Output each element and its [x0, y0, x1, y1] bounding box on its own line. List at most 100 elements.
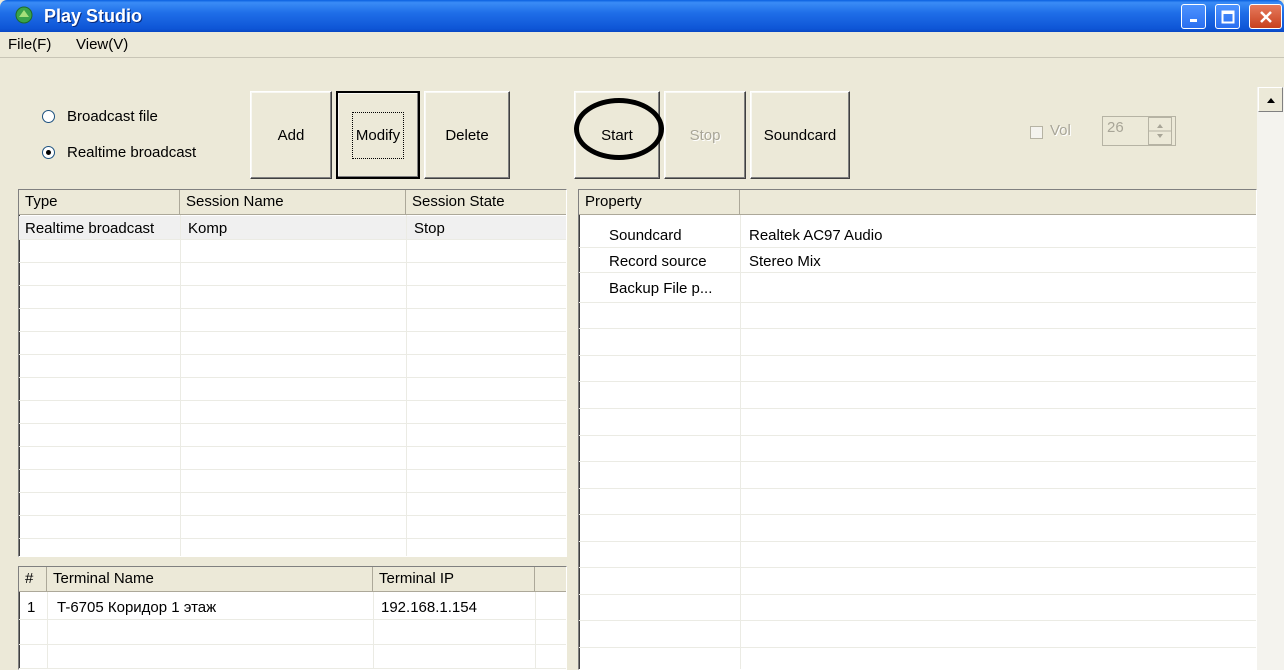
divider: [579, 594, 1256, 595]
maximize-icon: [1221, 10, 1234, 23]
col-session-name[interactable]: Session Name: [180, 190, 406, 215]
add-button-label: Add: [277, 126, 305, 144]
radio-checked-icon: [42, 146, 55, 159]
prop-value: Stereo Mix: [749, 253, 821, 270]
col-session-state[interactable]: Session State: [406, 190, 566, 215]
col-terminal-name[interactable]: Terminal Name: [47, 567, 373, 592]
divider: [19, 354, 566, 355]
stop-button-label: Stop: [689, 126, 721, 144]
divider: [19, 644, 566, 645]
soundcard-button[interactable]: Soundcard: [750, 91, 850, 179]
divider: [535, 592, 536, 669]
vol-spin-arrows[interactable]: [1148, 117, 1172, 145]
properties-list[interactable]: Property Soundcard Realtek AC97 Audio Re…: [578, 189, 1257, 670]
app-icon: [15, 6, 33, 24]
divider: [47, 592, 48, 669]
divider: [19, 469, 566, 470]
cell-session-name: Komp: [188, 220, 228, 237]
cell-terminal-ip: 192.168.1.154: [381, 599, 477, 616]
prop-name: Backup File p...: [609, 280, 713, 297]
divider: [579, 514, 1256, 515]
sessions-list[interactable]: Type Session Name Session State Realtime…: [18, 189, 567, 557]
divider: [373, 592, 374, 669]
col-extra: [535, 567, 566, 592]
cell-number: 1: [27, 599, 36, 616]
divider: [19, 308, 566, 309]
col-type[interactable]: Type: [19, 190, 180, 215]
terminals-list[interactable]: # Terminal Name Terminal IP 1 T-6705 Кор…: [18, 566, 567, 670]
focus-ring: Modify: [351, 111, 405, 159]
divider: [579, 647, 1256, 648]
radio-icon: [42, 110, 55, 123]
divider: [19, 492, 566, 493]
divider: [406, 215, 407, 556]
divider: [579, 247, 1256, 248]
vol-checkbox[interactable]: [1030, 126, 1043, 139]
spin-arrows-icon: [1149, 124, 1171, 138]
divider: [579, 461, 1256, 462]
title-bar: Play Studio: [0, 0, 1284, 32]
close-button[interactable]: [1249, 4, 1282, 29]
divider: [19, 400, 566, 401]
divider: [19, 619, 566, 620]
window-title: Play Studio: [44, 6, 143, 26]
radio-broadcast-file-label: Broadcast file: [67, 108, 158, 125]
divider: [19, 515, 566, 516]
modify-button-label: Modify: [355, 126, 401, 144]
vol-value: 26: [1107, 119, 1124, 136]
cell-session-state: Stop: [414, 220, 445, 237]
radio-broadcast-file[interactable]: Broadcast file: [42, 108, 158, 125]
divider: [579, 355, 1256, 356]
col-property[interactable]: Property: [579, 190, 740, 215]
divider: [19, 285, 566, 286]
col-terminal-ip[interactable]: Terminal IP: [373, 567, 535, 592]
divider: [19, 668, 566, 669]
radio-realtime-label: Realtime broadcast: [67, 144, 197, 161]
modify-button[interactable]: Modify: [336, 91, 420, 179]
divider: [579, 435, 1256, 436]
radio-realtime-broadcast[interactable]: Realtime broadcast: [42, 144, 196, 161]
divider: [579, 302, 1256, 303]
vol-label: Vol: [1050, 122, 1071, 139]
cell-terminal-name: T-6705 Коридор 1 этаж: [57, 599, 217, 616]
maximize-button[interactable]: [1215, 4, 1240, 29]
divider: [579, 328, 1256, 329]
delete-button[interactable]: Delete: [424, 91, 510, 179]
divider: [579, 381, 1256, 382]
cell-type: Realtime broadcast: [25, 220, 155, 237]
divider: [19, 423, 566, 424]
menu-view[interactable]: View(V): [76, 36, 128, 53]
divider: [19, 446, 566, 447]
prop-name: Soundcard: [609, 227, 682, 244]
divider: [19, 239, 566, 240]
col-number[interactable]: #: [19, 567, 47, 592]
prop-name: Record source: [609, 253, 707, 270]
divider: [579, 567, 1256, 568]
divider: [579, 272, 1256, 273]
prop-value: Realtek AC97 Audio: [749, 227, 883, 244]
menu-bar: File(F) View(V): [0, 32, 1284, 58]
scroll-up-button[interactable]: [1258, 87, 1283, 112]
minimize-icon: [1189, 18, 1197, 22]
delete-button-label: Delete: [445, 126, 489, 144]
divider: [740, 215, 741, 669]
soundcard-button-label: Soundcard: [763, 126, 837, 144]
vertical-scrollbar[interactable]: [1257, 87, 1284, 670]
add-button[interactable]: Add: [250, 91, 332, 179]
divider: [19, 262, 566, 263]
divider: [579, 541, 1256, 542]
divider: [19, 331, 566, 332]
arrow-up-icon: [1266, 97, 1275, 103]
divider: [19, 538, 566, 539]
divider: [579, 488, 1256, 489]
menu-file[interactable]: File(F): [8, 36, 51, 53]
divider: [19, 377, 566, 378]
divider: [180, 215, 181, 556]
stop-button[interactable]: Stop: [664, 91, 746, 179]
annotation-circle: [574, 98, 664, 160]
divider: [579, 620, 1256, 621]
minimize-button[interactable]: [1181, 4, 1206, 29]
col-value[interactable]: [740, 190, 1256, 215]
close-icon: [1259, 10, 1272, 23]
divider: [579, 408, 1256, 409]
